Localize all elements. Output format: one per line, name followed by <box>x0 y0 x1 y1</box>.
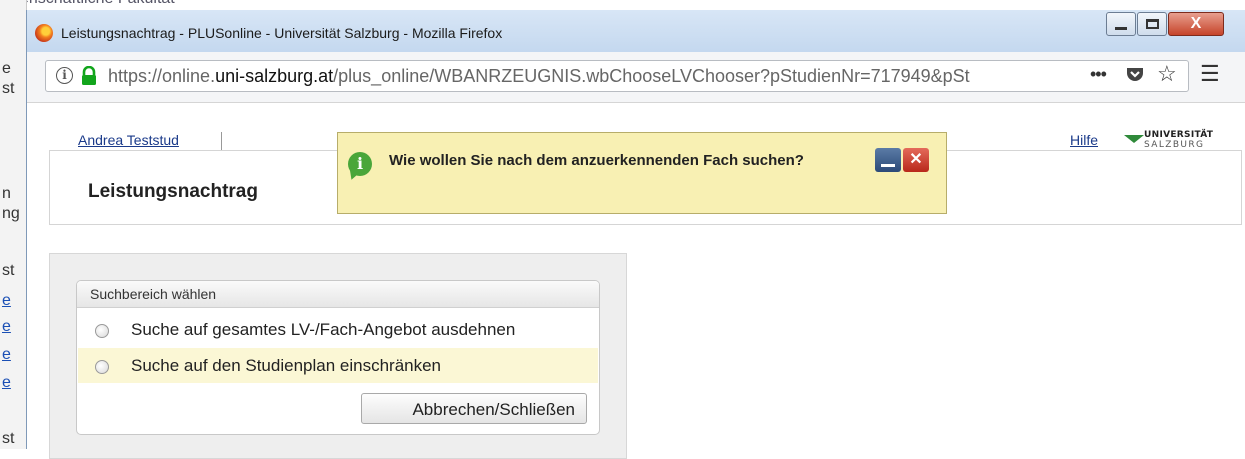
logo-line-1: UNIVERSITÄT <box>1144 130 1214 140</box>
background-window-edge: e st n ng st e e e e st <box>0 0 27 449</box>
background-link[interactable]: e <box>2 374 11 392</box>
hamburger-menu-icon[interactable]: ☰ <box>1200 61 1220 87</box>
background-link[interactable]: e <box>2 292 11 310</box>
page-actions-icon[interactable]: ••• <box>1090 64 1107 85</box>
url-field[interactable]: i https://online.uni-salzburg.at/plus_on… <box>45 60 1189 92</box>
page-content: Leistungsnachtrag Andrea Teststud Hilfe … <box>27 103 1245 459</box>
logo-line-2: SALZBURG <box>1144 140 1205 150</box>
info-bubble-icon: i <box>348 152 372 176</box>
window-title: Leistungsnachtrag - PLUSonline - Univers… <box>61 25 503 41</box>
navigation-bar: i https://online.uni-salzburg.at/plus_on… <box>27 52 1245 103</box>
minimize-icon <box>1115 26 1127 30</box>
background-link[interactable]: e <box>2 318 11 336</box>
url-text[interactable]: https://online.uni-salzburg.at/plus_onli… <box>108 66 1043 87</box>
url-path: /plus_online/WBANRZEUGNIS.wbChooseLVChoo… <box>333 66 970 86</box>
minimize-icon <box>881 164 895 167</box>
hint-message: i Wie wollen Sie nach dem anzuerkennende… <box>337 132 947 214</box>
maximize-icon <box>1145 19 1159 29</box>
background-link[interactable]: e <box>2 346 11 364</box>
cancel-close-button[interactable]: Abbrechen/Schließen <box>361 393 587 424</box>
help-link[interactable]: Hilfe <box>1070 132 1098 148</box>
option-label[interactable]: Suche auf den Studienplan einschränken <box>131 356 441 376</box>
title-bar[interactable]: Leistungsnachtrag - PLUSonline - Univers… <box>27 10 1245 52</box>
background-fragment: st <box>2 80 15 97</box>
firefox-logo-icon <box>35 24 53 42</box>
url-domain: uni-salzburg.at <box>215 66 334 86</box>
radio-button[interactable] <box>95 360 109 374</box>
option-extend-search[interactable]: Suche auf gesamtes LV-/Fach-Angebot ausd… <box>78 312 598 347</box>
background-window-top: senschaftliche Fakultät <box>0 0 1245 10</box>
radio-button[interactable] <box>95 324 109 338</box>
background-fragment: e <box>2 60 11 77</box>
university-logo-mark-icon <box>1124 135 1144 143</box>
site-info-icon[interactable]: i <box>56 67 73 84</box>
search-scope-box: Suchbereich wählen Suche auf gesamtes LV… <box>76 280 600 435</box>
minimize-button[interactable] <box>1106 12 1136 36</box>
background-window-title: senschaftliche Fakultät <box>12 0 175 8</box>
pocket-icon[interactable] <box>1126 66 1144 82</box>
university-logo: UNIVERSITÄT SALZBURG <box>1124 130 1214 153</box>
search-scope-title: Suchbereich wählen <box>90 286 217 302</box>
background-fragment: ng <box>2 205 20 222</box>
maximize-button[interactable] <box>1137 12 1167 36</box>
user-name-link[interactable]: Andrea Teststud <box>78 132 179 148</box>
hint-minimize-button[interactable] <box>875 148 901 172</box>
hint-text: Wie wollen Sie nach dem anzuerkennenden … <box>389 152 804 169</box>
url-prefix: https://online. <box>108 66 216 86</box>
window-close-button[interactable]: X <box>1168 12 1224 36</box>
background-fragment: n <box>2 185 11 202</box>
bookmark-star-icon[interactable]: ☆ <box>1157 61 1177 87</box>
lock-icon[interactable] <box>80 66 98 86</box>
option-label[interactable]: Suche auf gesamtes LV-/Fach-Angebot ausd… <box>131 320 515 340</box>
search-panel: Suchbereich wählen Suche auf gesamtes LV… <box>49 253 627 459</box>
option-restrict-search[interactable]: Suche auf den Studienplan einschränken <box>78 348 598 383</box>
background-fragment: st <box>2 430 15 447</box>
user-tab: Andrea Teststud <box>49 132 222 150</box>
background-fragment: st <box>2 262 15 279</box>
page-title: Leistungsnachtrag <box>88 181 258 202</box>
close-icon: X <box>1190 15 1202 32</box>
search-scope-header: Suchbereich wählen <box>77 281 599 308</box>
hint-close-button[interactable]: ✕ <box>903 148 929 172</box>
firefox-window: Leistungsnachtrag - PLUSonline - Univers… <box>26 10 1245 459</box>
